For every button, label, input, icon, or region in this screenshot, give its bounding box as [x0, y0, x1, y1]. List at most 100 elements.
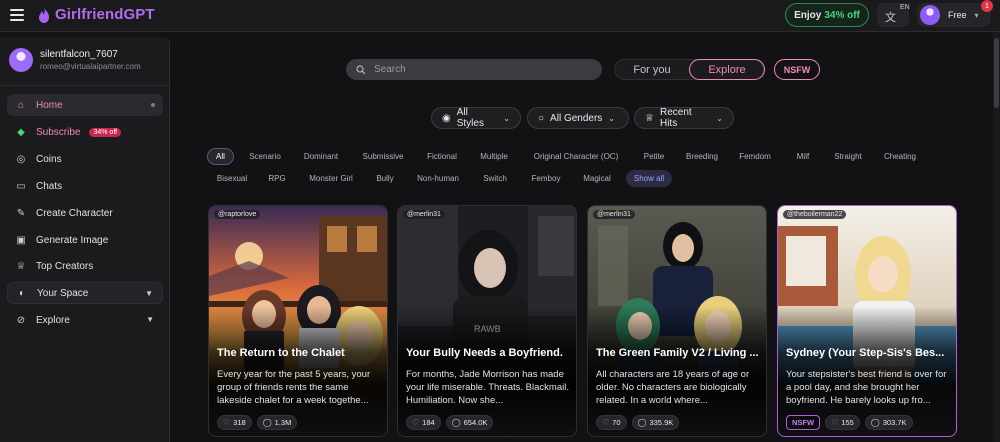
genders-filter[interactable]: ○ All Genders ⌄: [527, 107, 629, 129]
discount-badge: 34% off: [89, 127, 122, 137]
tab-for-you[interactable]: For you: [615, 60, 689, 79]
sidebar-item-label: Home: [36, 99, 63, 111]
tag-cheating[interactable]: Cheating: [878, 148, 922, 165]
styles-filter-label: All Styles: [456, 107, 484, 129]
tag-bisexual[interactable]: Bisexual: [212, 170, 252, 187]
promo-button[interactable]: Enjoy 34% off: [785, 3, 869, 27]
menu-icon[interactable]: [10, 9, 24, 21]
tag-petite[interactable]: Petite: [638, 148, 670, 165]
card-stats: ♡ 318 ◯ 1.3M: [217, 415, 298, 430]
chats-count: 335.9K: [649, 418, 674, 427]
search-input[interactable]: [374, 64, 574, 75]
space-icon: ◐: [18, 287, 26, 299]
card-stats: NSFW ♡ 155 ◯ 303.7K: [786, 415, 913, 430]
sidebar-item-your-space[interactable]: ◐ Your Space ▼: [7, 282, 163, 304]
heart-icon: ♡: [223, 418, 231, 427]
tag-original-character[interactable]: Original Character (OC): [526, 148, 626, 165]
translate-icon: 文: [885, 12, 896, 24]
creator-handle[interactable]: @theboilerman22: [783, 210, 847, 219]
search-bar[interactable]: [346, 59, 602, 80]
sidebar-item-home[interactable]: ⌂ Home: [7, 94, 163, 116]
sidebar-item-label: Subscribe: [36, 126, 81, 138]
promo-discount: 34% off: [824, 9, 860, 21]
tag-non-human[interactable]: Non-human: [410, 170, 466, 187]
likes-count: 184: [422, 418, 435, 427]
show-all-tags-button[interactable]: Show all: [626, 170, 672, 187]
tag-milf[interactable]: Milf: [788, 148, 818, 165]
profile-username: silentfalcon_7607: [40, 49, 118, 60]
tag-monster-girl[interactable]: Monster Girl: [302, 170, 360, 187]
language-button[interactable]: 文 EN: [877, 3, 910, 27]
tag-scenario[interactable]: Scenario: [243, 148, 287, 165]
coins-icon: ◎: [16, 153, 26, 165]
tag-all[interactable]: All: [207, 148, 234, 165]
card-description: All characters are 18 years of age or ol…: [596, 369, 750, 406]
profile[interactable]: silentfalcon_7607 romeo@virtualaipartner…: [9, 48, 141, 72]
likes-stat[interactable]: ♡ 184: [406, 415, 441, 430]
character-card[interactable]: @raptorlove The Return to the Chalet Eve…: [208, 205, 388, 437]
gender-icon: ○: [538, 112, 545, 124]
sidebar-item-label: Coins: [36, 153, 62, 165]
chevron-down-icon: ▼: [146, 315, 154, 324]
sidebar-item-label: Your Space: [37, 287, 89, 299]
tag-submissive[interactable]: Submissive: [356, 148, 410, 165]
character-card[interactable]: @theboilerman22 Sydney (Your Step-Sis's …: [777, 205, 957, 437]
chats-stat: ◯ 303.7K: [864, 415, 913, 430]
sidebar-item-explore[interactable]: ⊘ Explore ▼: [7, 309, 163, 331]
sidebar-item-chats[interactable]: ▭ Chats: [7, 175, 163, 197]
sidebar-item-top-creators[interactable]: ♕ Top Creators: [7, 255, 163, 277]
likes-count: 318: [233, 418, 246, 427]
sidebar-item-subscribe[interactable]: ◆ Subscribe 34% off: [7, 121, 163, 143]
likes-stat[interactable]: ♡ 155: [825, 415, 860, 430]
tag-straight[interactable]: Straight: [828, 148, 868, 165]
card-description: Every year for the past 5 years, your gr…: [217, 369, 371, 406]
tag-femboy[interactable]: Femboy: [525, 170, 567, 187]
tag-femdom[interactable]: Femdom: [735, 148, 775, 165]
chat-bubble-icon: ◯: [451, 418, 461, 427]
image-icon: ▣: [16, 234, 26, 246]
notification-badge: 1: [981, 0, 993, 12]
promo-prefix: Enjoy: [794, 9, 822, 21]
tag-multiple[interactable]: Multiple: [474, 148, 514, 165]
user-menu-button[interactable]: Free ▾: [917, 3, 991, 27]
sidebar-item-create-character[interactable]: ✎ Create Character: [7, 202, 163, 224]
tag-breeding[interactable]: Breeding: [681, 148, 723, 165]
divider: [0, 85, 170, 86]
tab-explore[interactable]: Explore: [689, 59, 765, 80]
sidebar-item-generate-image[interactable]: ▣ Generate Image: [7, 229, 163, 251]
gem-icon: ◆: [17, 126, 25, 138]
creator-handle[interactable]: @merlin31: [403, 210, 445, 219]
genders-filter-label: All Genders: [550, 112, 603, 124]
tag-fictional[interactable]: Fictional: [421, 148, 463, 165]
tag-bully[interactable]: Bully: [370, 170, 400, 187]
tag-magical[interactable]: Magical: [577, 170, 617, 187]
scrollbar-thumb[interactable]: [994, 38, 999, 108]
scrollbar[interactable]: [993, 32, 1000, 442]
flame-icon: [39, 6, 49, 23]
logo[interactable]: GirlfriendGPT: [38, 6, 155, 23]
sidebar-item-label: Generate Image: [36, 234, 109, 246]
search-icon: [356, 64, 366, 74]
sort-filter[interactable]: ♕ Recent Hits ⌄: [634, 107, 734, 129]
sidebar-item-label: Top Creators: [36, 260, 94, 272]
chat-bubble-icon: ◯: [870, 418, 880, 427]
sidebar-item-coins[interactable]: ◎ Coins: [7, 148, 163, 170]
tag-rpg[interactable]: RPG: [263, 170, 291, 187]
creator-handle[interactable]: @raptorlove: [214, 210, 261, 219]
likes-stat[interactable]: ♡ 70: [596, 415, 627, 430]
character-card[interactable]: @merlin31 The Green Family V2 / Living .…: [587, 205, 767, 437]
tag-switch[interactable]: Switch: [476, 170, 514, 187]
brand-name: GirlfriendGPT: [55, 6, 155, 23]
chats-count: 1.3M: [274, 418, 292, 427]
creator-handle[interactable]: @merlin31: [593, 210, 635, 219]
chats-count: 654.0K: [463, 418, 488, 427]
likes-stat[interactable]: ♡ 318: [217, 415, 252, 430]
nsfw-toggle-button[interactable]: NSFW: [774, 59, 820, 80]
sidebar-item-label: Explore: [36, 314, 70, 326]
character-card[interactable]: RAWB @merlin31 Your Bully Needs a Boyfri…: [397, 205, 577, 437]
chevron-down-icon: ⌄: [503, 113, 510, 123]
tag-dominant[interactable]: Dominant: [298, 148, 344, 165]
chats-stat: ◯ 654.0K: [445, 415, 494, 430]
avatar: [9, 48, 33, 72]
styles-filter[interactable]: ◉ All Styles ⌄: [431, 107, 521, 129]
